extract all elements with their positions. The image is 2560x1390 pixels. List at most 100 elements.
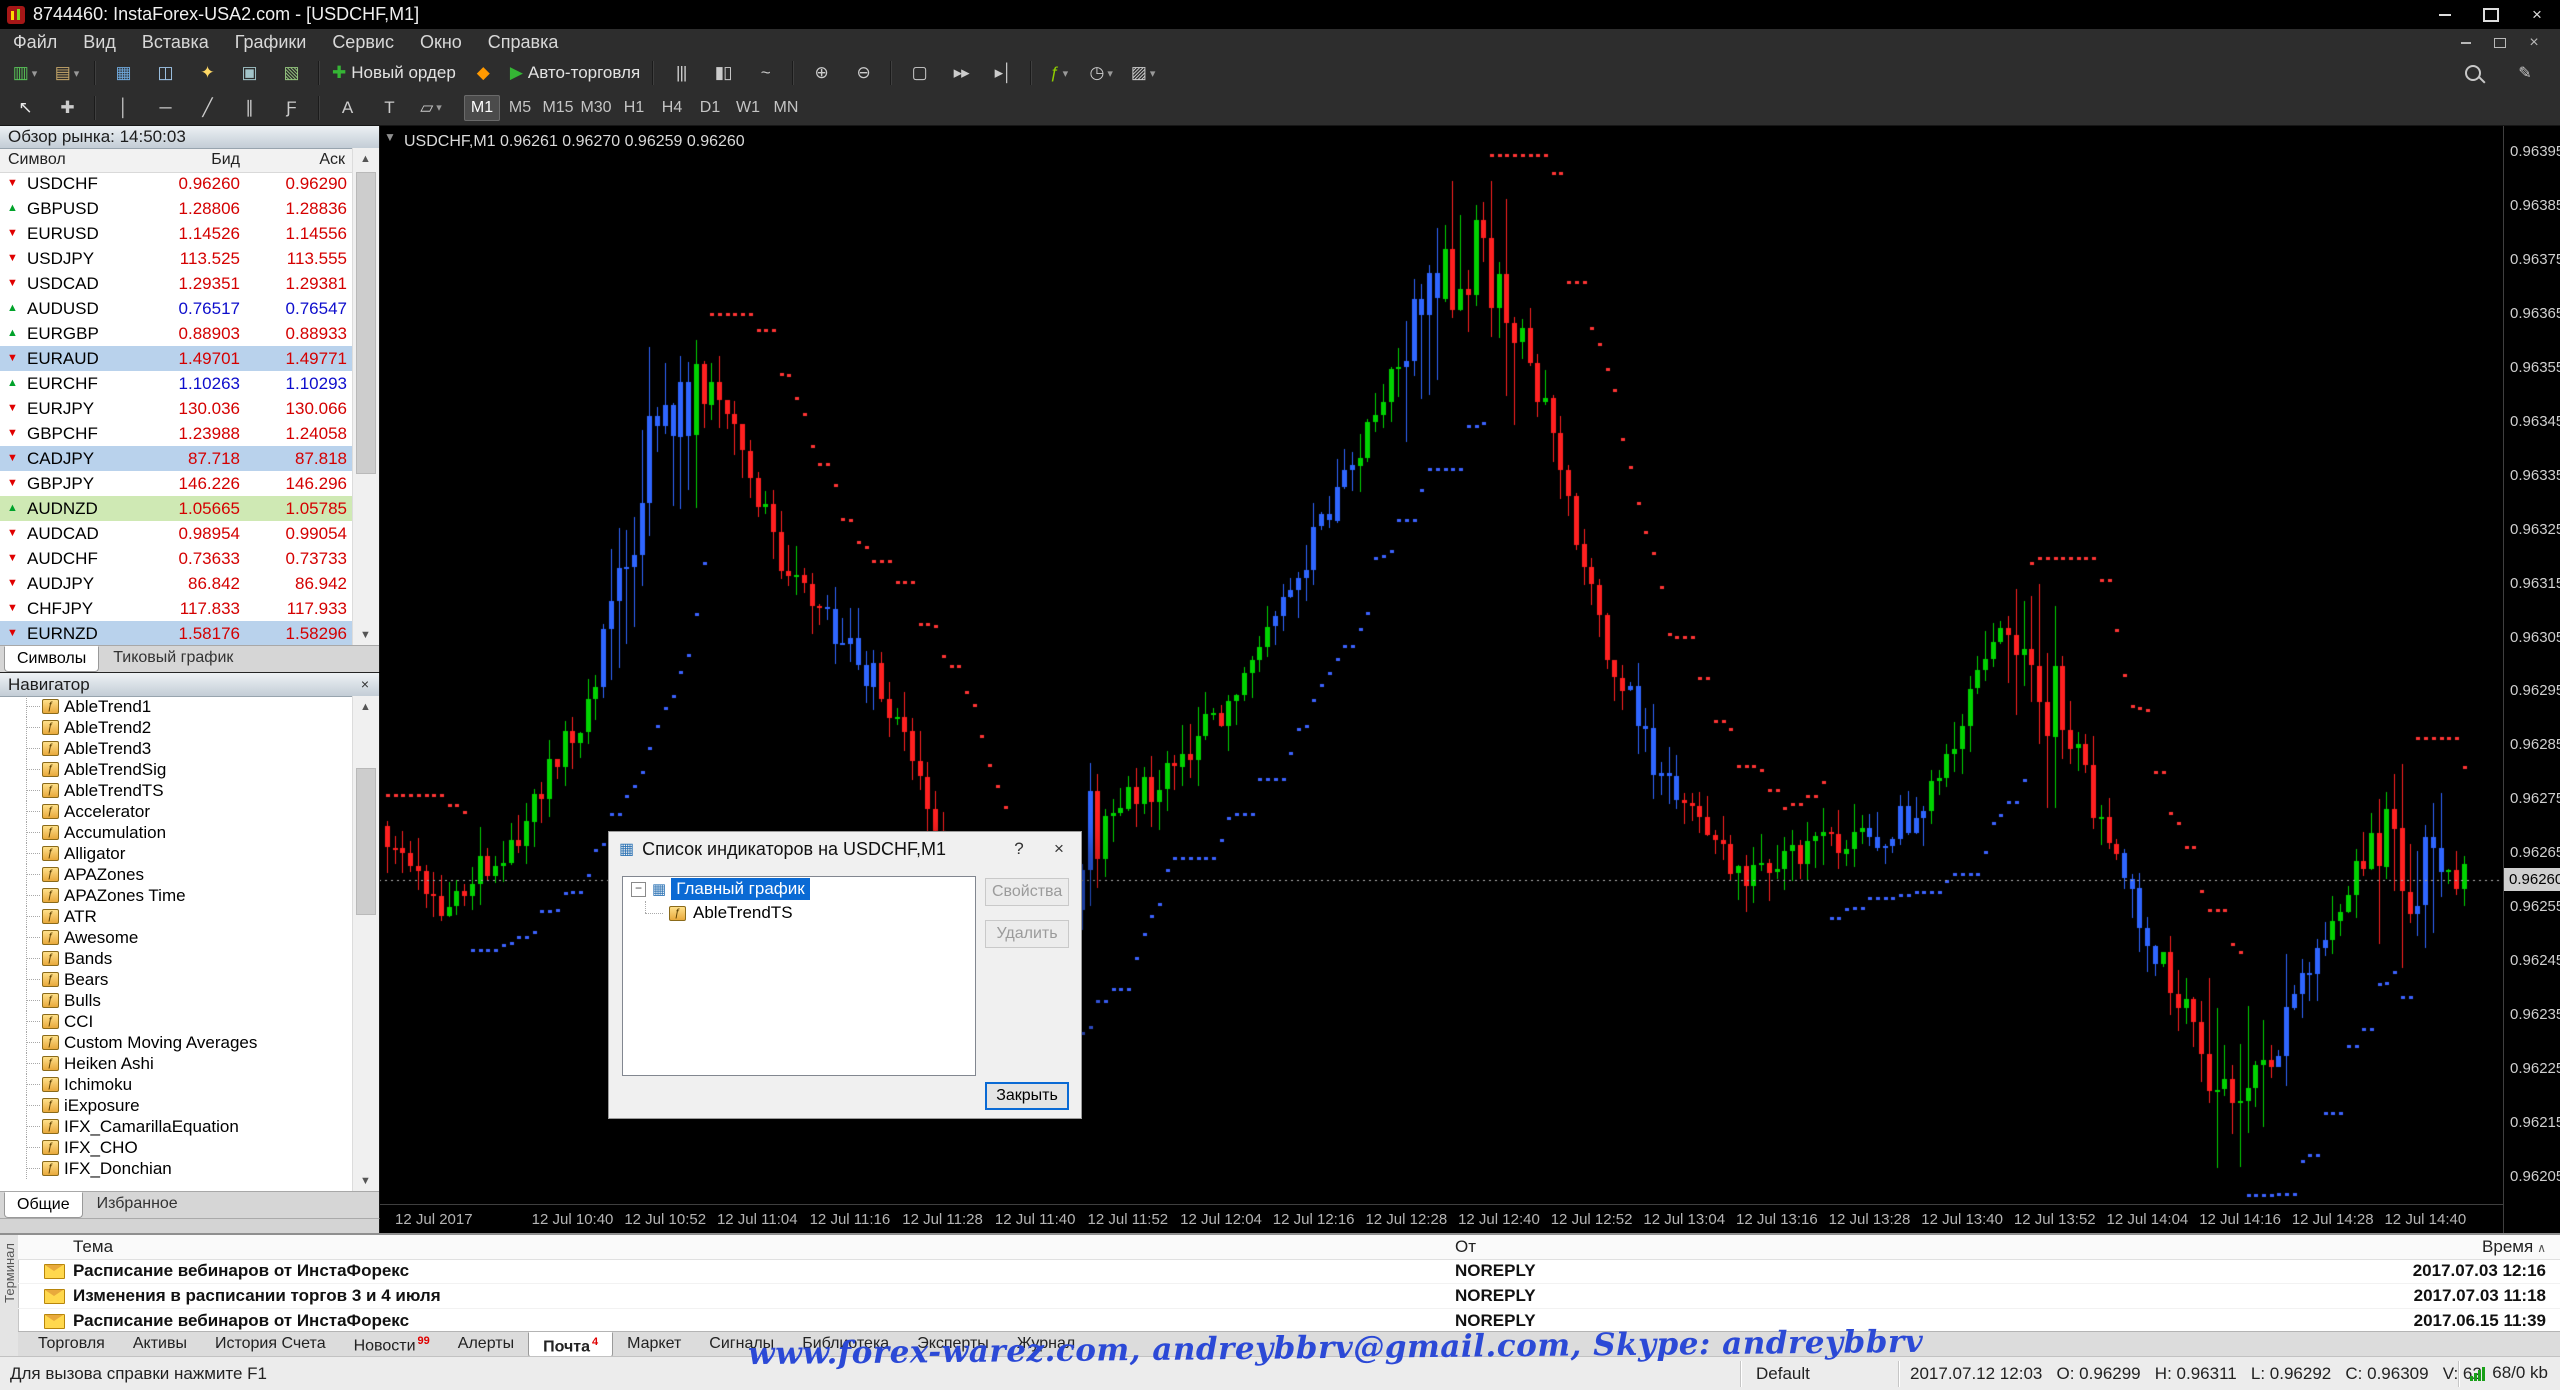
market-watch-tab-1[interactable]: Тиковый график: [101, 646, 245, 672]
menu-item-2[interactable]: Вставка: [129, 29, 222, 56]
terminal-tab-2[interactable]: История Счета: [201, 1332, 340, 1358]
market-watch-row-gbpjpy[interactable]: ▼GBPJPY146.226146.296: [0, 471, 353, 496]
crosshair-button[interactable]: ✚: [47, 94, 87, 122]
navigator-item-ifx-cho[interactable]: ƒIFX_CHO: [0, 1137, 353, 1158]
chart-candles-button[interactable]: ▮▯: [703, 59, 743, 87]
mail-row[interactable]: Изменения в расписании торгов 3 и 4 июля…: [18, 1284, 2560, 1309]
menu-item-3[interactable]: Графики: [222, 29, 320, 56]
restore-button[interactable]: [2468, 0, 2514, 29]
navigator-item-ifx-donchian[interactable]: ƒIFX_Donchian: [0, 1158, 353, 1179]
navigator-item-ichimoku[interactable]: ƒIchimoku: [0, 1074, 353, 1095]
column-symbol[interactable]: Символ: [8, 151, 66, 169]
terminal-button[interactable]: ▣: [229, 59, 269, 87]
navigator-item-heiken-ashi[interactable]: ƒHeiken Ashi: [0, 1053, 353, 1074]
terminal-tab-1[interactable]: Активы: [119, 1332, 201, 1358]
timeframe-mn[interactable]: MN: [768, 95, 804, 121]
shapes-button[interactable]: ▱▾: [411, 94, 451, 122]
menu-item-6[interactable]: Справка: [475, 29, 572, 56]
close-button[interactable]: ×: [2514, 0, 2560, 29]
chart-restore-button[interactable]: [2486, 33, 2514, 53]
market-watch-tab-0[interactable]: Символы: [4, 646, 99, 672]
navigator-item-abletrend2[interactable]: ƒAbleTrend2: [0, 717, 353, 738]
metaeditor-button[interactable]: ◆: [463, 59, 503, 87]
navigator-item-accumulation[interactable]: ƒAccumulation: [0, 822, 353, 843]
market-watch-scrollbar[interactable]: ▲ ▼: [352, 148, 379, 646]
chart-bars-button[interactable]: |||: [661, 59, 701, 87]
navigator-tab-1[interactable]: Избранное: [85, 1192, 190, 1218]
fibonacci-button[interactable]: Ƒ: [271, 94, 311, 122]
menu-item-1[interactable]: Вид: [70, 29, 129, 56]
navigator-item-cci[interactable]: ƒCCI: [0, 1011, 353, 1032]
navigator-item-abletrendts[interactable]: ƒAbleTrendTS: [0, 780, 353, 801]
navigator-item-iexposure[interactable]: ƒiExposure: [0, 1095, 353, 1116]
scroll-down-icon[interactable]: ▼: [353, 1170, 378, 1192]
navigator-scrollbar[interactable]: ▲ ▼: [352, 696, 379, 1192]
market-watch-row-usdcad[interactable]: ▼USDCAD1.293511.29381: [0, 271, 353, 296]
time-scale[interactable]: 12 Jul 201712 Jul 10:4012 Jul 10:5212 Ju…: [379, 1204, 2503, 1234]
text-button[interactable]: A: [327, 94, 367, 122]
market-watch-row-audchf[interactable]: ▼AUDCHF0.736330.73733: [0, 546, 353, 571]
market-watch-row-eurusd[interactable]: ▼EURUSD1.145261.14556: [0, 221, 353, 246]
market-watch-row-audjpy[interactable]: ▼AUDJPY86.84286.942: [0, 571, 353, 596]
column-subject[interactable]: Тема: [73, 1237, 113, 1257]
navigator-item-apazones[interactable]: ƒAPAZones: [0, 864, 353, 885]
navigator-item-abletrendsig[interactable]: ƒAbleTrendSig: [0, 759, 353, 780]
chart-line-button[interactable]: ~: [745, 59, 785, 87]
navigator-item-bulls[interactable]: ƒBulls: [0, 990, 353, 1011]
terminal-tab-3[interactable]: Новости99: [340, 1332, 444, 1358]
tile-windows-button[interactable]: ▢: [899, 59, 939, 87]
templates-button[interactable]: ▨▾: [1123, 59, 1163, 87]
timeframe-m1[interactable]: M1: [464, 95, 500, 121]
horizontal-line-button[interactable]: ─: [145, 94, 185, 122]
market-watch-row-chfjpy[interactable]: ▼CHFJPY117.833117.933: [0, 596, 353, 621]
navigator-item-custom-moving-averages[interactable]: ƒCustom Moving Averages: [0, 1032, 353, 1053]
scroll-up-icon[interactable]: ▲: [353, 148, 378, 170]
text-label-button[interactable]: T: [369, 94, 409, 122]
menu-item-0[interactable]: Файл: [0, 29, 70, 56]
timeframe-d1[interactable]: D1: [692, 95, 728, 121]
profiles-button[interactable]: ▤▾: [47, 59, 87, 87]
zoom-in-button[interactable]: ⊕: [801, 59, 841, 87]
search-button[interactable]: [2453, 59, 2493, 87]
one-click-trading-arrow[interactable]: ▼: [384, 130, 396, 144]
channel-button[interactable]: ∥: [229, 94, 269, 122]
new-chart-button[interactable]: ▥▾: [5, 59, 45, 87]
navigator-item-bears[interactable]: ƒBears: [0, 969, 353, 990]
market-watch-row-eurnzd[interactable]: ▼EURNZD1.581761.58296: [0, 621, 353, 646]
market-watch-row-audnzd[interactable]: ▲AUDNZD1.056651.05785: [0, 496, 353, 521]
chart-minimize-button[interactable]: [2452, 33, 2480, 53]
status-profile[interactable]: Default: [1756, 1364, 1810, 1384]
indicators-button[interactable]: ƒ▾: [1039, 59, 1079, 87]
timeframe-h4[interactable]: H4: [654, 95, 690, 121]
strategy-tester-button[interactable]: ▧: [271, 59, 311, 87]
quick-edit-button[interactable]: ✎: [2505, 59, 2545, 87]
market-watch-row-euraud[interactable]: ▼EURAUD1.497011.49771: [0, 346, 353, 371]
navigator-item-apazones-time[interactable]: ƒAPAZones Time: [0, 885, 353, 906]
market-watch-row-usdchf[interactable]: ▼USDCHF0.962600.96290: [0, 171, 353, 196]
terminal-tab-5[interactable]: Почта4: [528, 1332, 613, 1358]
new-order-button[interactable]: ✚Новый ордер: [327, 59, 461, 87]
scrollbar-thumb[interactable]: [356, 172, 376, 474]
navigator-item-bands[interactable]: ƒBands: [0, 948, 353, 969]
timeframe-m15[interactable]: M15: [540, 95, 576, 121]
scrollbar-thumb[interactable]: [356, 768, 376, 915]
auto-scroll-button[interactable]: ▸▸: [941, 59, 981, 87]
terminal-tab-6[interactable]: Маркет: [613, 1332, 695, 1358]
periods-button[interactable]: ◷▾: [1081, 59, 1121, 87]
market-watch-row-eurgbp[interactable]: ▲EURGBP0.889030.88933: [0, 321, 353, 346]
column-ask[interactable]: Аск: [319, 151, 345, 169]
menu-item-5[interactable]: Окно: [407, 29, 475, 56]
market-watch-row-gbpchf[interactable]: ▼GBPCHF1.239881.24058: [0, 421, 353, 446]
chart-close-button[interactable]: ×: [2520, 33, 2548, 53]
market-watch-row-cadjpy[interactable]: ▼CADJPY87.71887.818: [0, 446, 353, 471]
terminal-tab-0[interactable]: Торговля: [24, 1332, 119, 1358]
navigator-close-icon[interactable]: ×: [357, 676, 373, 692]
auto-trading-button[interactable]: ▶Авто-торговля: [505, 59, 645, 87]
timeframe-w1[interactable]: W1: [730, 95, 766, 121]
timeframe-m5[interactable]: M5: [502, 95, 538, 121]
scroll-down-icon[interactable]: ▼: [353, 624, 378, 646]
navigator-item-awesome[interactable]: ƒAwesome: [0, 927, 353, 948]
vertical-line-button[interactable]: │: [103, 94, 143, 122]
chart-shift-button[interactable]: ▸│: [983, 59, 1023, 87]
timeframe-h1[interactable]: H1: [616, 95, 652, 121]
